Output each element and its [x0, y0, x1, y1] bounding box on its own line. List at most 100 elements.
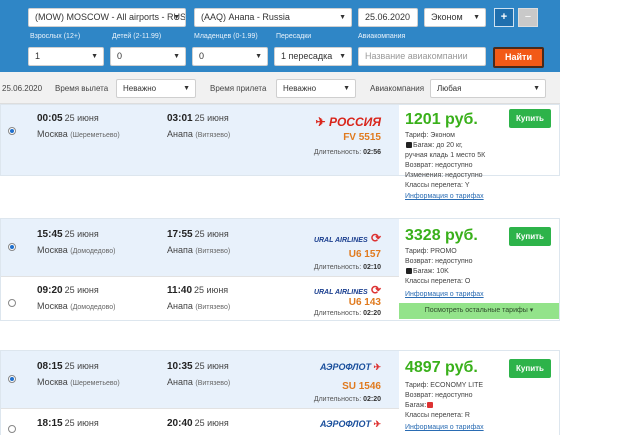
fare-info-link[interactable]: Информация о тарифах: [405, 291, 484, 298]
buy-button[interactable]: Купить: [509, 109, 551, 128]
arrival-time: 11:40 25 июня: [167, 285, 229, 296]
no-baggage-icon: [427, 402, 434, 409]
destination-select[interactable]: (AAQ) Анапа - Russia ▼: [194, 8, 352, 27]
destination-value: (AAQ) Анапа - Russia: [201, 12, 290, 22]
departure-city: Москва (Шереметьево): [37, 377, 120, 387]
flight-row[interactable]: 00:05 25 июня Москва (Шереметьево) 03:01 2…: [1, 105, 399, 175]
departure-time: 00:05 25 июня: [37, 113, 99, 124]
rossiya-logo: ✈ РОССИЯ: [315, 115, 381, 129]
flight-row[interactable]: 08:15 25 июня Москва (Шереметьево) 10:35 2…: [1, 351, 399, 409]
ural-airlines-logo: URAL AIRLINES ⟳: [313, 231, 381, 245]
departure-time: 09:20 25 июня: [37, 285, 99, 296]
flight-number: U6 143: [348, 297, 381, 308]
children-value: 0: [117, 51, 123, 61]
fare-details: Тариф: ECONOMY LITE Возврат: недоступно …: [405, 382, 484, 419]
chevron-down-icon: ▼: [343, 85, 350, 92]
chevron-down-icon: ▼: [173, 53, 180, 60]
airline-input[interactable]: Название авиакомпании: [358, 47, 486, 66]
result-card: 08:15 25 июня Москва (Шереметьево) 10:35 2…: [0, 350, 560, 435]
search-panel: (MOW) MOSCOW - All airports - RUS ▼ (AAQ…: [0, 0, 560, 72]
adults-value: 1: [35, 51, 41, 61]
duration: Длительность: 02:56: [313, 149, 381, 156]
more-fares-button[interactable]: Посмотреть остальные тарифы ▾: [399, 303, 559, 319]
flight-radio[interactable]: [8, 375, 16, 383]
duration: Длительность: 02:20: [313, 396, 381, 403]
departure-time-value: Неважно: [123, 84, 157, 93]
origin-select[interactable]: (MOW) MOSCOW - All airports - RUS ▼: [28, 8, 186, 27]
infants-label: Младенцев (0-1.99): [194, 33, 258, 40]
aeroflot-logo: АЭРОФЛОТ ✈: [319, 362, 381, 372]
flight-row[interactable]: 15:45 25 июня Москва (Домодедово) 17:55 25…: [1, 219, 399, 277]
cabin-value: Эконом: [431, 12, 463, 22]
airline-label: Авиакомпания: [358, 33, 406, 40]
price: 1201 руб.: [405, 111, 478, 128]
departure-time: 18:15 25 июня: [37, 418, 99, 429]
adults-select[interactable]: 1 ▼: [28, 47, 104, 66]
price-panel: 1201 руб. Купить Тариф: Эконом Багаж: до…: [399, 105, 559, 200]
airline-filter-label: Авиакомпания: [370, 84, 425, 93]
flight-radio[interactable]: [8, 425, 16, 433]
filter-bar: 25.06.2020 Время вылета Неважно ▼ Время …: [0, 72, 560, 104]
chevron-down-icon: ▼: [533, 85, 540, 92]
arrival-time-select[interactable]: Неважно ▼: [276, 79, 356, 98]
chevron-down-icon: ▼: [339, 53, 346, 60]
aeroflot-logo: АЭРОФЛОТ ✈: [319, 419, 381, 429]
arrival-city: Анапа (Витязево): [167, 245, 231, 255]
departure-time-select[interactable]: Неважно ▼: [116, 79, 196, 98]
chevron-down-icon: ▼: [473, 14, 480, 21]
cabin-select[interactable]: Эконом ▼: [424, 8, 486, 27]
flight-number: U6 157: [348, 249, 381, 260]
transfers-value: 1 пересадка: [281, 51, 333, 61]
search-button[interactable]: Найти: [493, 47, 544, 68]
departure-city: Москва (Домодедово): [37, 245, 116, 255]
children-label: Детей (2-11.99): [112, 33, 162, 40]
price-panel: 3328 руб. Купить Тариф: PROMO Возврат: н…: [399, 219, 559, 303]
adults-label: Взрослых (12+): [30, 33, 81, 40]
fare-info-link[interactable]: Информация о тарифах: [405, 424, 484, 431]
flight-radio[interactable]: [8, 243, 16, 251]
arrival-time-value: Неважно: [283, 84, 317, 93]
buy-button[interactable]: Купить: [509, 359, 551, 378]
infants-select[interactable]: 0 ▼: [192, 47, 268, 66]
departure-time-label: Время вылета: [55, 84, 109, 93]
chevron-down-icon: ▼: [91, 53, 98, 60]
ural-swoosh-icon: ⟳: [367, 231, 381, 245]
flight-number: SU 1546: [342, 381, 381, 392]
arrival-time: 03:01 25 июня: [167, 113, 229, 124]
fare-details: Тариф: Эконом Багаж: до 20 кг, ручная кл…: [405, 132, 486, 189]
airline-filter-select[interactable]: Любая ▼: [430, 79, 546, 98]
children-select[interactable]: 0 ▼: [110, 47, 186, 66]
add-segment-button[interactable]: +: [494, 8, 514, 27]
departure-city: Москва (Шереметьево): [37, 129, 120, 139]
baggage-icon: [406, 142, 412, 149]
fare-info-link[interactable]: Информация о тарифах: [405, 193, 484, 200]
result-card: 15:45 25 июня Москва (Домодедово) 17:55 25…: [0, 218, 560, 321]
filter-date: 25.06.2020: [2, 84, 43, 93]
transfers-select[interactable]: 1 пересадка ▼: [274, 47, 352, 66]
remove-segment-button[interactable]: −: [518, 8, 538, 27]
price: 3328 руб.: [405, 227, 478, 244]
arrival-time-label: Время прилета: [210, 84, 267, 93]
origin-value: (MOW) MOSCOW - All airports - RUS: [35, 12, 186, 22]
chevron-down-icon: ▼: [255, 53, 262, 60]
arrival-time: 17:55 25 июня: [167, 229, 229, 240]
date-field[interactable]: 25.06.2020: [358, 8, 418, 27]
arrival-time: 10:35 25 июня: [167, 361, 229, 372]
flight-number: FV 5515: [343, 132, 381, 143]
flight-radio[interactable]: [8, 127, 16, 135]
buy-button[interactable]: Купить: [509, 227, 551, 246]
aeroflot-wings-icon: ✈: [370, 419, 381, 429]
arrival-city: Анапа (Витязево): [167, 129, 231, 139]
infants-value: 0: [199, 51, 205, 61]
duration: Длительность: 02:20: [313, 310, 381, 317]
flight-row[interactable]: 09:20 25 июня Москва (Домодедово) 11:40 25…: [1, 277, 399, 321]
arrival-city: Анапа (Витязево): [167, 301, 231, 311]
baggage-icon: [406, 268, 412, 275]
departure-time: 08:15 25 июня: [37, 361, 99, 372]
chevron-down-icon: ▼: [339, 14, 346, 21]
transfers-label: Пересадки: [276, 33, 312, 40]
ural-swoosh-icon: ⟳: [367, 283, 381, 297]
flight-radio[interactable]: [8, 299, 16, 307]
flight-row[interactable]: 18:15 25 июня 20:40 25 июня АЭРОФЛОТ ✈: [1, 409, 399, 435]
fare-details: Тариф: PROMO Возврат: недоступно Багаж: …: [405, 248, 473, 285]
